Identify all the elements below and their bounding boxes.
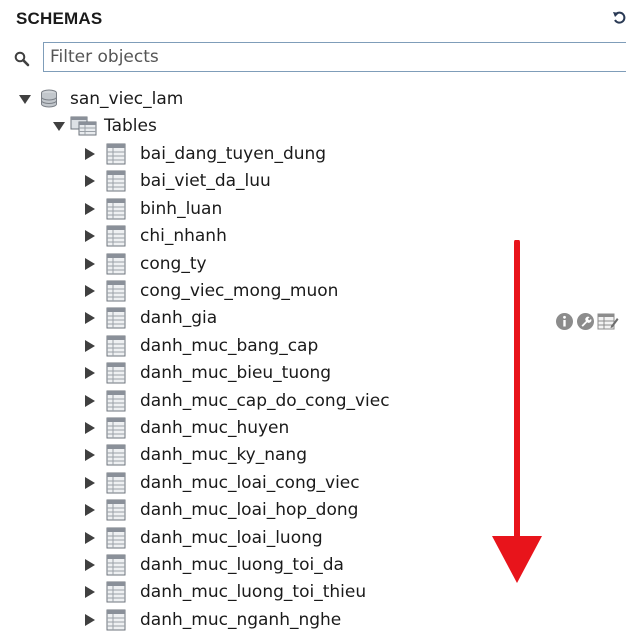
table-row[interactable]: danh_muc_loai_luong [83,525,323,551]
expand-arrow-icon[interactable] [83,339,97,353]
table-name[interactable]: cong_ty [140,254,207,274]
table-icon [106,335,126,357]
filter-objects-input[interactable] [43,42,626,72]
settings-wrench-icon[interactable] [576,312,595,331]
expand-arrow-icon[interactable] [83,448,97,462]
table-row[interactable]: danh_muc_luong_toi_da [83,552,344,578]
expand-arrow-icon[interactable] [83,558,97,572]
table-icon [106,444,126,466]
table-icon [106,225,126,247]
table-icon [106,554,126,576]
schema-name[interactable]: san_viec_lam [70,89,183,109]
table-name[interactable]: danh_muc_cap_do_cong_viec [140,391,390,411]
table-icon [106,143,126,165]
panel-title: SCHEMAS [16,9,103,28]
table-name[interactable]: danh_muc_loai_cong_viec [140,473,360,493]
table-icon [106,253,126,275]
table-icon [106,472,126,494]
database-icon [40,89,58,109]
table-row[interactable]: danh_muc_luong_toi_thieu [83,579,366,605]
table-icon [106,198,126,220]
expand-arrow-icon[interactable] [83,394,97,408]
table-row[interactable]: cong_viec_mong_muon [83,278,338,304]
table-name[interactable]: danh_gia [140,308,217,328]
expand-arrow-icon[interactable] [83,174,97,188]
table-row[interactable]: danh_muc_loai_cong_viec [83,470,360,496]
tables-folder-node[interactable]: Tables [52,113,157,139]
table-name[interactable]: danh_muc_huyen [140,418,289,438]
refresh-icon[interactable] [613,10,626,26]
table-name[interactable]: danh_muc_luong_toi_da [140,555,344,575]
expand-arrow-icon[interactable] [83,284,97,298]
table-row[interactable]: chi_nhanh [83,223,227,249]
table-icon [106,609,126,631]
expand-arrow-icon[interactable] [83,613,97,627]
table-name[interactable]: chi_nhanh [140,226,227,246]
tables-folder-label[interactable]: Tables [104,116,157,136]
table-row[interactable]: bai_viet_da_luu [83,168,271,194]
table-icon [106,390,126,412]
table-row[interactable]: danh_muc_loai_hop_dong [83,497,358,523]
table-icon [106,581,126,603]
expand-arrow-icon[interactable] [83,476,97,490]
red-down-arrow-annotation [492,240,542,583]
collapse-arrow-icon[interactable] [18,92,32,106]
table-row[interactable]: cong_ty [83,251,207,277]
table-name[interactable]: danh_muc_nganh_nghe [140,610,341,630]
table-name[interactable]: bai_dang_tuyen_dung [140,144,326,164]
table-icon [106,170,126,192]
filter-row [0,40,626,78]
info-icon[interactable] [555,312,574,331]
table-row[interactable]: danh_muc_nganh_nghe [83,607,341,633]
table-icon [106,362,126,384]
schema-node-san-viec-lam[interactable]: san_viec_lam [18,86,183,112]
expand-arrow-icon[interactable] [83,147,97,161]
schemas-panel: SCHEMAS Filter objects san_viec_lam Tabl… [0,0,626,639]
table-row[interactable]: danh_muc_bang_cap [83,333,318,359]
table-name[interactable]: danh_muc_bieu_tuong [140,363,331,383]
table-name[interactable]: danh_muc_ky_nang [140,445,307,465]
expand-arrow-icon[interactable] [83,585,97,599]
tables-folder-icon [70,115,98,137]
table-name[interactable]: cong_viec_mong_muon [140,281,338,301]
table-row[interactable]: danh_muc_ky_nang [83,442,307,468]
table-name[interactable]: danh_muc_loai_luong [140,528,323,548]
expand-arrow-icon[interactable] [83,311,97,325]
expand-arrow-icon[interactable] [83,503,97,517]
table-row[interactable]: binh_luan [83,196,222,222]
table-icon [106,499,126,521]
table-data-icon[interactable] [597,312,619,331]
table-name[interactable]: bai_viet_da_luu [140,171,271,191]
expand-arrow-icon[interactable] [83,421,97,435]
table-name[interactable]: danh_muc_bang_cap [140,336,318,356]
table-name[interactable]: danh_muc_luong_toi_thieu [140,582,366,602]
table-icon [106,417,126,439]
expand-arrow-icon[interactable] [83,202,97,216]
table-row[interactable]: danh_muc_huyen [83,415,289,441]
expand-arrow-icon[interactable] [83,257,97,271]
table-row[interactable]: danh_muc_cap_do_cong_viec [83,388,390,414]
table-row[interactable]: danh_gia [83,305,217,331]
panel-header: SCHEMAS [0,0,626,40]
expand-arrow-icon[interactable] [83,229,97,243]
table-icon [106,527,126,549]
table-row[interactable]: danh_muc_bieu_tuong [83,360,331,386]
collapse-arrow-icon[interactable] [52,119,66,133]
expand-arrow-icon[interactable] [83,366,97,380]
search-icon [14,51,30,67]
row-hover-actions [555,311,626,331]
table-icon [106,307,126,329]
table-row[interactable]: bai_dang_tuyen_dung [83,141,326,167]
table-name[interactable]: danh_muc_loai_hop_dong [140,500,358,520]
expand-arrow-icon[interactable] [83,531,97,545]
table-icon [106,280,126,302]
table-name[interactable]: binh_luan [140,199,222,219]
